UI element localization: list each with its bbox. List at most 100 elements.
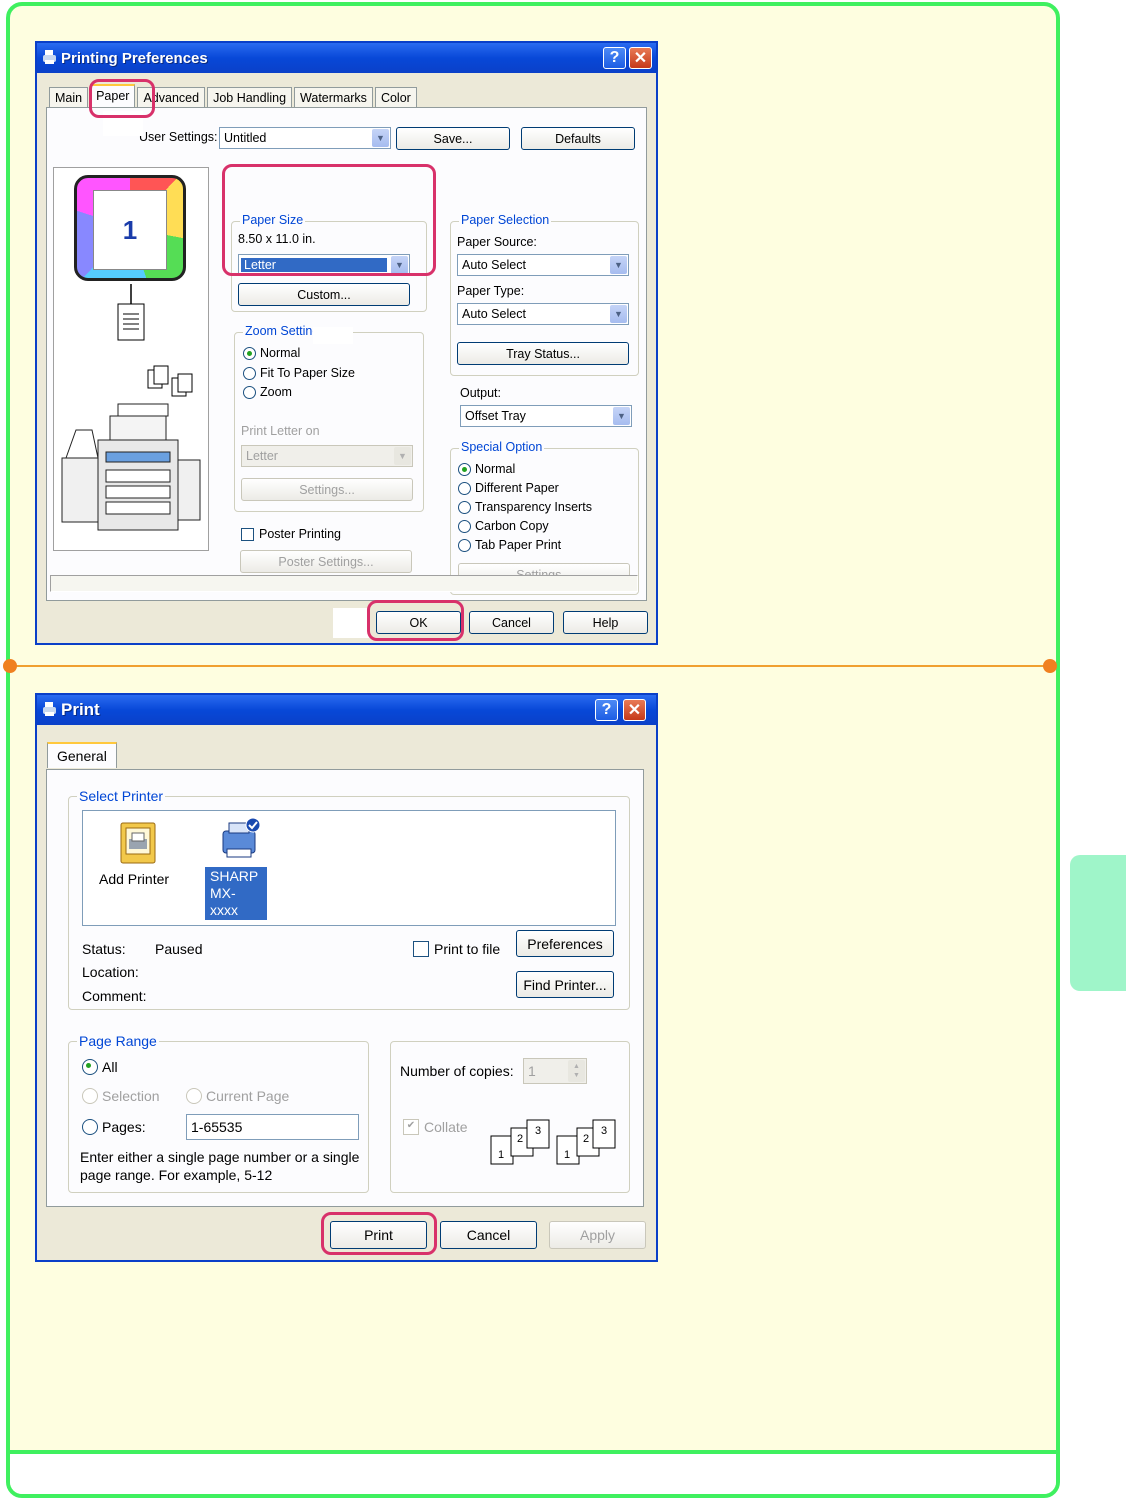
zoom-setting-label: Zoom Setting: [243, 324, 322, 338]
pages-input[interactable]: 1-65535: [186, 1114, 359, 1140]
svg-text:1: 1: [564, 1149, 570, 1161]
special-transparency-radio[interactable]: Transparency Inserts: [458, 500, 592, 514]
chapter-side-tab: [1070, 855, 1126, 991]
document-icon: [117, 284, 145, 341]
page-range-help-line1: Enter either a single page number or a s…: [80, 1149, 360, 1165]
page-number-preview: 1: [93, 190, 167, 270]
paper-selection-label: Paper Selection: [459, 213, 552, 227]
comment-label: Comment:: [82, 988, 147, 1004]
user-settings-label: User Settings:: [139, 130, 218, 144]
tab-general[interactable]: General: [47, 742, 117, 768]
general-tab-panel: Select Printer Add Printer SHARP MX-xxxx…: [46, 769, 644, 1207]
zoom-zoom-radio[interactable]: Zoom: [243, 385, 292, 399]
tab-strip: General: [47, 742, 117, 768]
paper-source-value: Auto Select: [462, 258, 526, 272]
chevron-down-icon[interactable]: ▼: [372, 129, 389, 147]
defaults-button[interactable]: Defaults: [521, 127, 635, 150]
copies-group: Number of copies: 1 ▲ ▼ ✔ Collate 1 2 3 1 …: [390, 1041, 630, 1193]
add-printer-item[interactable]: Add Printer: [97, 817, 177, 893]
printer-icon: [222, 817, 261, 858]
select-printer-label: Select Printer: [77, 788, 166, 804]
paper-source-select[interactable]: Auto Select ▼: [457, 254, 629, 276]
print-on-label: Print Letter on: [241, 424, 320, 438]
poster-printing-checkbox[interactable]: Poster Printing: [241, 527, 341, 541]
paper-type-select[interactable]: Auto Select ▼: [457, 303, 629, 325]
special-carbon-copy-radio[interactable]: Carbon Copy: [458, 519, 549, 533]
find-printer-button[interactable]: Find Printer...: [516, 971, 614, 998]
special-tab-paper-radio[interactable]: Tab Paper Print: [458, 538, 561, 552]
chevron-down-icon[interactable]: ▼: [394, 447, 411, 465]
close-icon[interactable]: ✕: [623, 699, 646, 721]
user-settings-select[interactable]: Untitled ▼: [219, 127, 391, 149]
paper-preview-frame: 1: [74, 175, 186, 281]
copies-label: Number of copies:: [400, 1063, 514, 1079]
preview-pane: 1: [53, 167, 209, 551]
tab-watermarks[interactable]: Watermarks: [294, 87, 373, 107]
close-icon[interactable]: ✕: [629, 47, 652, 69]
highlight-print-button: [321, 1212, 437, 1255]
page-range-all-radio[interactable]: All: [82, 1059, 118, 1075]
page-range-help-line2: page range. For example, 5-12: [80, 1167, 273, 1183]
tab-color[interactable]: Color: [374, 87, 417, 107]
spinner-arrows-icon[interactable]: ▲ ▼: [568, 1060, 585, 1082]
dialog-title: Print: [61, 700, 100, 719]
print-dialog: Print ? ✕ General Select Printer Add Pri…: [35, 693, 658, 1262]
cancel-button[interactable]: Cancel: [469, 611, 554, 634]
page-range-label: Page Range: [77, 1033, 159, 1049]
tab-job-handling[interactable]: Job Handling: [207, 87, 293, 107]
cancel-button[interactable]: Cancel: [440, 1221, 537, 1249]
output-select[interactable]: Offset Tray ▼: [460, 405, 632, 427]
collate-checkbox[interactable]: ✔ Collate: [403, 1119, 468, 1135]
help-icon[interactable]: ?: [603, 47, 626, 69]
special-normal-radio[interactable]: Normal: [458, 462, 515, 476]
output-value: Offset Tray: [465, 409, 526, 423]
page-range-current-radio[interactable]: Current Page: [186, 1088, 289, 1104]
callout-mask: [333, 608, 369, 638]
title-bar: Printing Preferences ? ✕: [37, 43, 656, 73]
zoom-fit-radio[interactable]: Fit To Paper Size: [243, 366, 355, 380]
collated-copies-icon: [147, 365, 193, 397]
special-different-paper-radio[interactable]: Different Paper: [458, 481, 559, 495]
zoom-normal-radio[interactable]: Normal: [243, 346, 300, 360]
special-option-group: Special Option Normal Different Paper Tr…: [450, 440, 639, 595]
copies-spinner[interactable]: 1 ▲ ▼: [523, 1058, 587, 1084]
chevron-down-icon[interactable]: ▼: [610, 256, 627, 274]
status-bar: [50, 575, 638, 592]
chevron-down-icon[interactable]: ▼: [613, 407, 630, 425]
print-to-file-checkbox[interactable]: Print to file: [413, 941, 500, 957]
poster-settings-button[interactable]: Poster Settings...: [240, 550, 412, 573]
printer-icon: [43, 50, 56, 64]
sharp-printer-item[interactable]: SHARP MX-xxxx: [205, 817, 271, 920]
page-range-pages-radio[interactable]: Pages:: [82, 1119, 146, 1135]
save-button[interactable]: Save...: [396, 127, 510, 150]
paper-source-label: Paper Source:: [457, 235, 537, 249]
custom-paper-button[interactable]: Custom...: [238, 283, 410, 306]
highlight-paper-size: [222, 164, 436, 276]
page-range-selection-radio[interactable]: Selection: [82, 1088, 160, 1104]
add-printer-label: Add Printer: [99, 871, 170, 887]
divider-dot-left: [3, 659, 17, 673]
pages-value: 1-65535: [191, 1119, 243, 1135]
svg-text:2: 2: [517, 1133, 523, 1145]
special-option-label: Special Option: [459, 440, 545, 454]
svg-text:2: 2: [583, 1133, 589, 1145]
print-on-select[interactable]: Letter ▼: [241, 445, 413, 467]
chevron-down-icon[interactable]: ▼: [610, 305, 627, 323]
help-icon[interactable]: ?: [595, 699, 618, 721]
help-button[interactable]: Help: [563, 611, 648, 634]
copies-value: 1: [528, 1063, 536, 1079]
highlight-paper-tab: [89, 79, 155, 118]
svg-text:3: 3: [601, 1125, 607, 1137]
apply-button[interactable]: Apply: [549, 1221, 646, 1249]
tray-status-button[interactable]: Tray Status...: [457, 342, 629, 365]
printer-list: Add Printer SHARP MX-xxxx: [82, 810, 616, 926]
tab-main[interactable]: Main: [49, 87, 89, 107]
title-bar: Print ? ✕: [37, 695, 656, 725]
step-divider: [10, 665, 1050, 667]
zoom-settings-button[interactable]: Settings...: [241, 478, 413, 501]
select-printer-group: Select Printer Add Printer SHARP MX-xxxx…: [68, 788, 630, 1010]
status-value: Paused: [155, 941, 203, 957]
printer-icon: [43, 702, 56, 716]
preferences-button[interactable]: Preferences: [516, 930, 614, 957]
paper-type-label: Paper Type:: [457, 284, 525, 298]
